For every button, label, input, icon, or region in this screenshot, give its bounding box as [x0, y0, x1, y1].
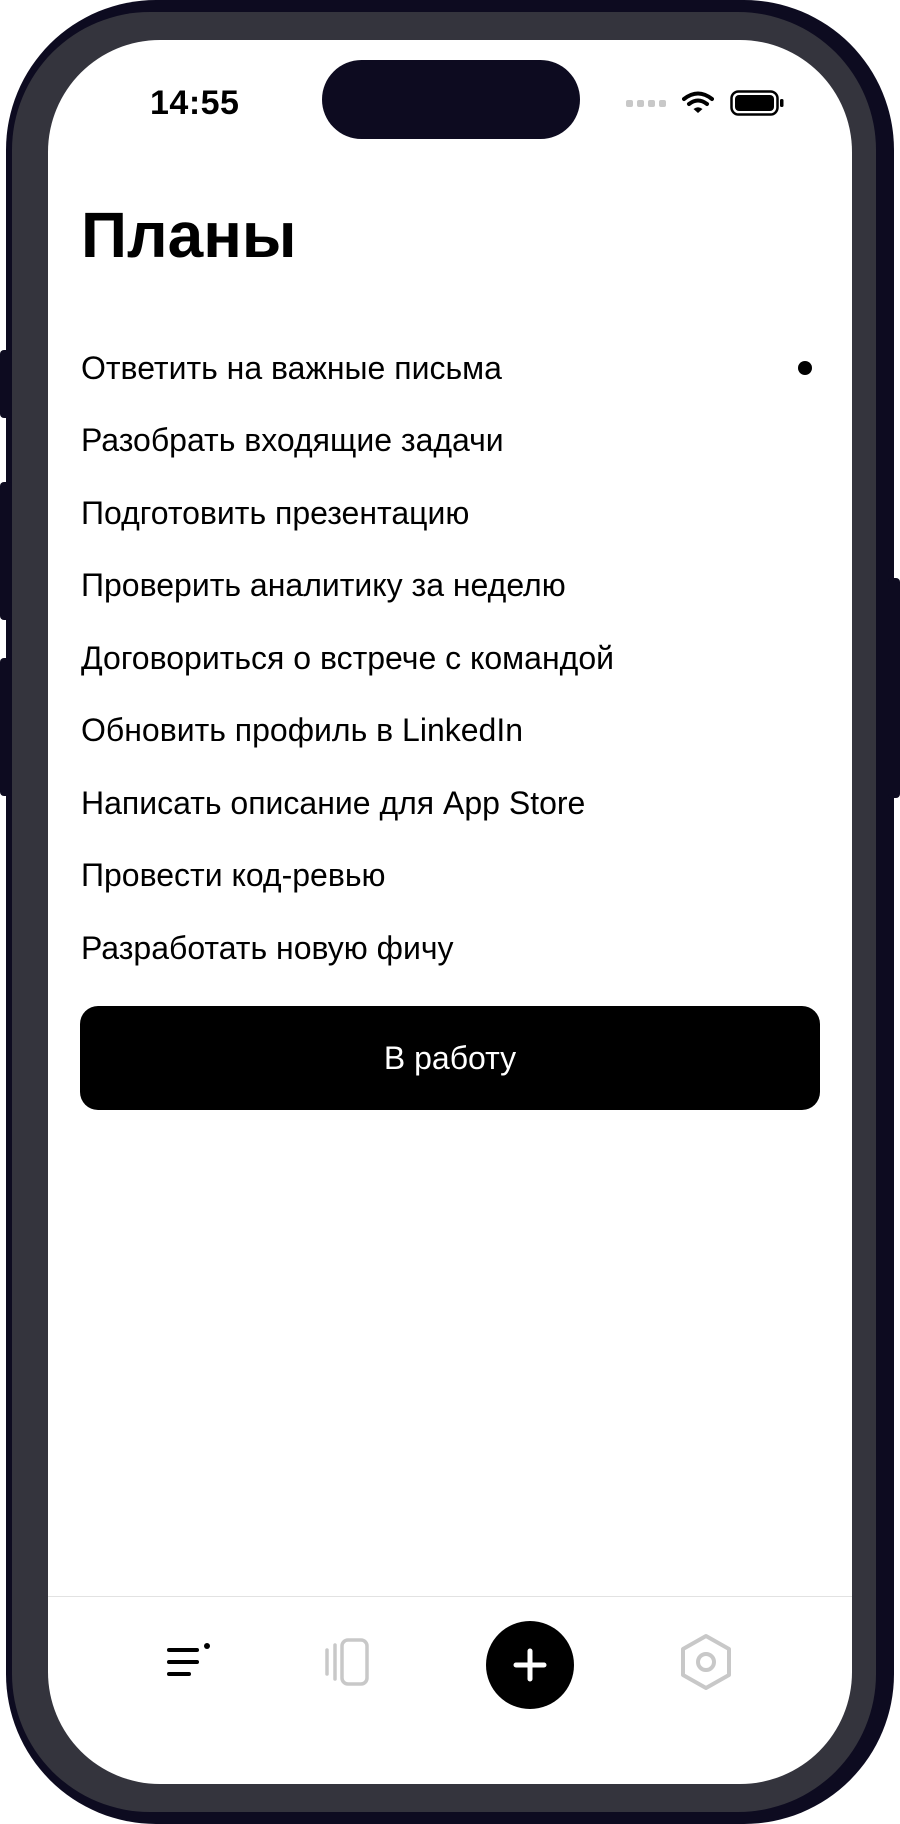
start-work-button[interactable]: В работу	[80, 1006, 820, 1110]
task-label: Проверить аналитику за неделю	[81, 567, 566, 604]
settings-icon	[681, 1634, 731, 1690]
power-button	[888, 578, 900, 798]
add-task-button[interactable]	[486, 1621, 574, 1709]
list-item[interactable]: Провести код-ревью	[81, 840, 819, 913]
list-item[interactable]: Разработать новую фичу	[81, 912, 819, 985]
dynamic-island	[322, 60, 580, 139]
task-label: Ответить на важные письма	[81, 349, 502, 386]
cellular-dots-icon	[626, 100, 666, 107]
tab-list[interactable]	[140, 1597, 240, 1727]
list-item[interactable]: Проверить аналитику за неделю	[81, 550, 819, 623]
wifi-icon	[682, 91, 714, 113]
list-item[interactable]: Ответить на важные письма	[81, 332, 819, 405]
cards-icon	[325, 1638, 369, 1686]
task-label: Договориться о встрече с командой	[81, 639, 614, 676]
list-item[interactable]: Подготовить презентацию	[81, 477, 819, 550]
tab-settings[interactable]	[656, 1597, 756, 1727]
tab-bar	[48, 1596, 852, 1784]
plus-icon	[513, 1648, 547, 1682]
task-label: Разобрать входящие задачи	[81, 422, 504, 459]
list-icon	[167, 1643, 210, 1676]
task-label: Обновить профиль в LinkedIn	[81, 712, 524, 749]
status-time: 14:55	[150, 84, 240, 122]
list-item[interactable]: Разобрать входящие задачи	[81, 405, 819, 478]
tab-cards[interactable]	[298, 1597, 398, 1727]
task-label: Провести код-ревью	[81, 857, 386, 894]
volume-down-button	[0, 658, 12, 796]
list-item[interactable]: Договориться о встрече с командой	[81, 622, 819, 695]
status-icons	[626, 90, 784, 116]
task-label: Подготовить презентацию	[81, 494, 470, 531]
task-list: Ответить на важные письма Разобрать вход…	[81, 332, 819, 985]
task-label: Написать описание для App Store	[81, 784, 586, 821]
list-item[interactable]: Обновить профиль в LinkedIn	[81, 695, 819, 768]
selected-dot-icon	[798, 361, 812, 376]
app-screen: 14:55 Планы Ответить на важные письма Ра…	[48, 40, 852, 1784]
task-label: Разработать новую фичу	[81, 929, 454, 966]
list-item[interactable]: Написать описание для App Store	[81, 767, 819, 840]
volume-up-button	[0, 482, 12, 620]
action-button	[0, 350, 12, 418]
battery-icon	[730, 90, 784, 116]
page-title: Планы	[81, 199, 297, 271]
